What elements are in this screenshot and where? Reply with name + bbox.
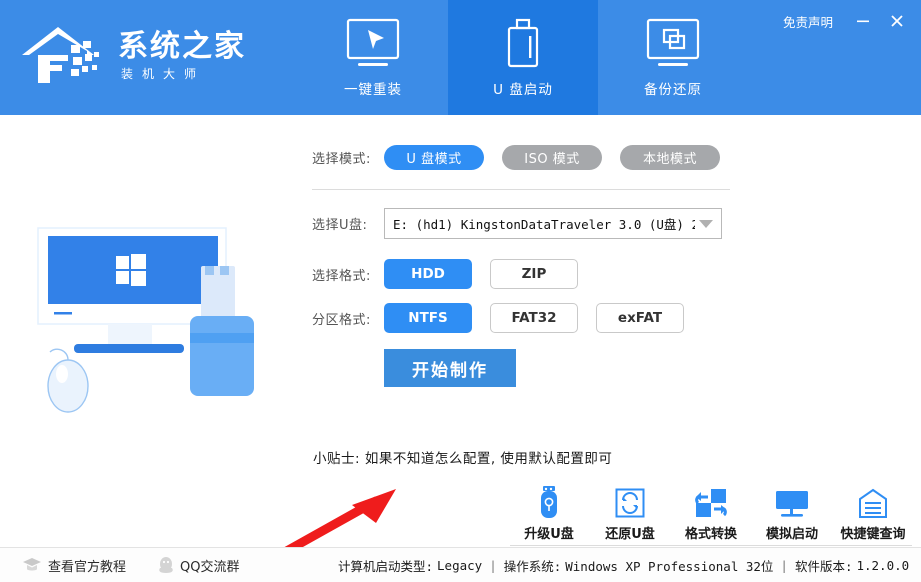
tab-backup-restore[interactable]: 备份还原 [598,0,748,115]
tab-one-key-reinstall[interactable]: 一键重装 [298,0,448,115]
main-tabs: 一键重装 U 盘启动 备份还原 [298,0,748,115]
status-separator: | [780,558,788,573]
tool-restore-usb[interactable]: 还原U盘 [591,484,669,542]
monitor-simulate-icon [775,484,809,518]
tool-upgrade-usb[interactable]: 升级U盘 [510,484,588,542]
mode-option-iso[interactable]: ISO 模式 [502,145,602,170]
format-option-hdd[interactable]: HDD [384,259,472,289]
mode-label: 选择模式: [312,152,371,167]
boot-type-value: Legacy [437,558,483,573]
form-divider [312,189,730,190]
usb-upgrade-icon [537,484,561,518]
logo-subtitle: 装机大师 [121,66,206,81]
format-label: 选择格式: [312,268,371,284]
tool-hotkey-query[interactable]: 快捷键查询 [834,484,912,542]
partition-option-fat32[interactable]: FAT32 [490,303,578,333]
usb-label: 选择U盘: [312,218,368,233]
status-link-tutorial[interactable]: 查看官方教程 [22,556,126,575]
usb-select[interactable]: E: (hd1) KingstonDataTraveler 3.0 (U盘) 2… [384,208,722,239]
mode-row: 选择模式: U 盘模式 ISO 模式 本地模式 [312,145,742,170]
tool-label: 格式转换 [684,527,737,542]
tab-label: 一键重装 [344,82,402,98]
copy-screen-icon [642,17,704,71]
tool-label: 还原U盘 [605,527,655,542]
house-logo-icon [18,21,114,91]
tool-simulate-boot[interactable]: 模拟启动 [753,484,831,542]
close-button[interactable] [881,8,913,34]
usb-select-row: 选择U盘: E: (hd1) KingstonDataTraveler 3.0 … [312,208,742,239]
settings-form: 选择模式: U 盘模式 ISO 模式 本地模式 选择U盘: E: (hd1) K… [312,145,742,333]
usb-select-value: E: (hd1) KingstonDataTraveler 3.0 (U盘) 2… [393,217,695,232]
version-label: 软件版本: [794,559,853,574]
hotkey-book-icon [859,484,887,518]
start-build-button[interactable]: 开始制作 [384,349,516,387]
format-row: 选择格式: HDD ZIP [312,259,742,289]
window-controls: 免责声明 [783,8,913,34]
status-link-qq-group[interactable]: QQ交流群 [158,556,239,575]
disclaimer-link[interactable]: 免责声明 [783,12,833,31]
partition-label: 分区格式: [312,312,371,328]
graduation-cap-icon [22,557,42,573]
tool-format-convert[interactable]: 格式转换 [672,484,750,542]
pc-usb-mouse-illustration [30,220,310,420]
os-value: Windows XP Professional 32位 [565,559,774,574]
chevron-down-icon [699,219,713,228]
logo-text-block: 系统之家 装机大师 [118,28,246,83]
tool-label: 升级U盘 [524,527,574,542]
minimize-button[interactable] [847,8,879,34]
format-option-zip[interactable]: ZIP [490,259,578,289]
partition-option-ntfs[interactable]: NTFS [384,303,472,333]
usb-drive-icon [492,17,554,71]
tool-label: 快捷键查询 [840,527,906,542]
hint-text: 小贴士: 如果不知道怎么配置, 使用默认配置即可 [313,451,613,467]
app-logo: 系统之家 装机大师 [18,12,288,100]
title-bar: 系统之家 装机大师 一键重装 U 盘启动 备份还原 免责声明 [0,0,921,115]
partition-option-exfat[interactable]: exFAT [596,303,684,333]
app-window: 系统之家 装机大师 一键重装 U 盘启动 备份还原 免责声明 选择模式: U 盘… [0,0,921,582]
restore-refresh-icon [615,484,645,518]
status-bar: 查看官方教程 QQ交流群 计算机启动类型: Legacy | 操作系统: Win… [0,547,921,582]
status-info: 计算机启动类型: Legacy | 操作系统: Windows XP Profe… [338,548,909,582]
cursor-screen-icon [342,17,404,71]
status-link-label: 查看官方教程 [48,559,127,575]
tab-usb-boot[interactable]: U 盘启动 [448,0,598,115]
main-content: 选择模式: U 盘模式 ISO 模式 本地模式 选择U盘: E: (hd1) K… [0,115,921,582]
boot-type-label: 计算机启动类型: [338,559,434,574]
tab-label: 备份还原 [644,82,702,98]
partition-row: 分区格式: NTFS FAT32 exFAT [312,303,742,333]
logo-title: 系统之家 [118,28,246,64]
mode-option-usb[interactable]: U 盘模式 [384,145,484,170]
mode-option-local[interactable]: 本地模式 [620,145,720,170]
qq-penguin-icon [158,556,174,574]
status-link-label: QQ交流群 [180,559,240,575]
version-value: 1.2.0.0 [856,558,910,573]
tab-label: U 盘启动 [493,82,553,98]
format-convert-icon [695,484,727,518]
tool-label: 模拟启动 [765,527,818,542]
utility-toolbar: 升级U盘 还原U盘 格式转换 模拟启动 快捷键查询 [510,478,912,546]
os-label: 操作系统: [503,559,562,574]
status-separator: | [489,558,497,573]
